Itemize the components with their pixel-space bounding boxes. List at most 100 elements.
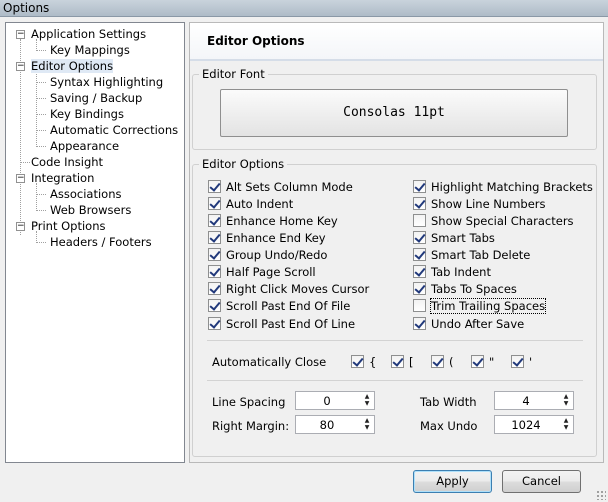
panel-title: Editor Options [207,34,305,48]
apply-button[interactable]: Apply [413,470,492,493]
group-legend: Editor Options [199,157,288,171]
tree-item-label: Headers / Footers [50,235,152,249]
tree-connector [36,210,46,211]
font-select-button[interactable]: Consolas 11pt [220,89,568,137]
tree-item-key-bindings[interactable]: Key Bindings [50,106,124,122]
checkbox-label: Undo After Save [431,317,525,331]
checkbox-box [413,197,426,210]
checkbox-label: ' [529,355,533,369]
checkbox-box [391,355,404,368]
max-undo-spinner[interactable]: 1024 ▲ ▼ [494,415,574,434]
checkbox-box [413,317,426,330]
tree-item-label: Automatic Corrections [50,123,179,137]
options-tree[interactable]: − Application Settings Key Mappings − Ed… [5,22,185,463]
tree-connector [36,50,46,51]
right-margin-label: Right Margin: [212,419,290,433]
checkbox-label: Tab Indent [431,265,491,279]
tree-item-saving-backup[interactable]: Saving / Backup [50,90,142,106]
tree-connector [36,82,46,83]
checkbox-box [431,355,444,368]
collapse-icon[interactable]: − [16,174,25,183]
separator [207,380,583,381]
tree-connector [36,114,46,115]
tree-connector [36,146,46,147]
tree-item-label: Integration [31,171,95,185]
separator [207,340,583,341]
spinner-value: 80 [319,418,335,432]
checkbox-label: Half Page Scroll [226,265,316,279]
checkbox-box [413,180,426,193]
checkbox-label: Trim Trailing Spaces [429,298,547,314]
checkbox-label: Right Click Moves Cursor [226,282,370,296]
checkbox-label: Tabs To Spaces [431,282,517,296]
tree-item-web-browsers[interactable]: Web Browsers [50,202,131,218]
tree-item-editor-options[interactable]: Editor Options [31,58,114,74]
checkbox-box [413,214,426,227]
line-spacing-label: Line Spacing [212,395,286,409]
tree-item-label: Print Options [31,219,106,233]
tree-item-integration[interactable]: Integration [31,170,94,186]
tree-item-code-insight[interactable]: Code Insight [31,154,103,170]
editor-options-group: Editor Options Alt Sets Column Mode Auto… [192,157,597,457]
checkbox-label: Enhance End Key [226,231,326,245]
checkbox-label: Show Special Characters [431,214,574,228]
collapse-icon[interactable]: − [16,30,25,39]
resize-grip-icon[interactable] [596,490,606,500]
spinner-arrows-icon[interactable]: ▲ ▼ [362,417,372,432]
tab-width-spinner[interactable]: 4 ▲ ▼ [494,391,574,410]
checkbox-box [471,355,484,368]
checkbox-box [413,299,426,312]
checkbox-label: [ [409,355,414,369]
checkbox-box [413,265,426,278]
checkbox-label: Smart Tab Delete [431,248,531,262]
checkbox-label: Highlight Matching Brackets [431,180,593,194]
line-spacing-spinner[interactable]: 0 ▲ ▼ [295,391,375,410]
spinner-value: 4 [522,394,530,408]
window-title: Options [3,1,50,15]
checkbox-box [208,299,221,312]
tree-item-headers-footers[interactable]: Headers / Footers [50,234,152,250]
tree-item-syntax-highlighting[interactable]: Syntax Highlighting [50,74,163,90]
checkbox-label: Auto Indent [226,197,294,211]
checkbox-label: Show Line Numbers [431,197,546,211]
tree-item-label: Appearance [50,139,120,153]
checkbox-box [208,197,221,210]
tree-item-label: Associations [50,187,122,201]
tree-item-key-mappings[interactable]: Key Mappings [50,42,130,58]
tree-item-automatic-corrections[interactable]: Automatic Corrections [50,122,178,138]
cancel-button[interactable]: Cancel [502,470,581,493]
tree-connector [36,194,46,195]
group-legend: Editor Font [199,67,268,81]
checkbox-label: Scroll Past End Of File [226,299,351,313]
right-margin-spinner[interactable]: 80 ▲ ▼ [295,415,375,434]
checkbox-label: Alt Sets Column Mode [226,180,353,194]
tree-item-label: Key Mappings [50,43,130,57]
checkbox-box [208,231,221,244]
checkbox-label: " [489,355,495,369]
spinner-arrows-icon[interactable]: ▲ ▼ [561,417,571,432]
checkbox-box [413,282,426,295]
tree-item-label: Saving / Backup [50,91,143,105]
editor-font-group: Editor Font Consolas 11pt [192,67,597,150]
checkbox-box [208,317,221,330]
checkbox-box [208,282,221,295]
checkbox-label: ( [449,355,454,369]
tree-item-appearance[interactable]: Appearance [50,138,119,154]
checkbox-label: Scroll Past End Of Line [226,317,356,331]
checkbox-label: Smart Tabs [431,231,495,245]
tree-item-label: Syntax Highlighting [50,75,164,89]
tree-item-application-settings[interactable]: Application Settings [31,26,146,42]
tree-item-print-options[interactable]: Print Options [31,218,105,234]
tree-item-label: Code Insight [31,155,104,169]
checkbox-box [413,231,426,244]
tree-connector [36,242,46,243]
checkbox-label: Group Undo/Redo [226,248,328,262]
spinner-arrows-icon[interactable]: ▲ ▼ [362,393,372,408]
collapse-icon[interactable]: − [16,62,25,71]
spinner-arrows-icon[interactable]: ▲ ▼ [561,393,571,408]
collapse-icon[interactable]: − [16,222,25,231]
checkbox-box [208,214,221,227]
tree-connector [36,183,37,211]
tree-item-label: Web Browsers [50,203,132,217]
tree-item-associations[interactable]: Associations [50,186,121,202]
